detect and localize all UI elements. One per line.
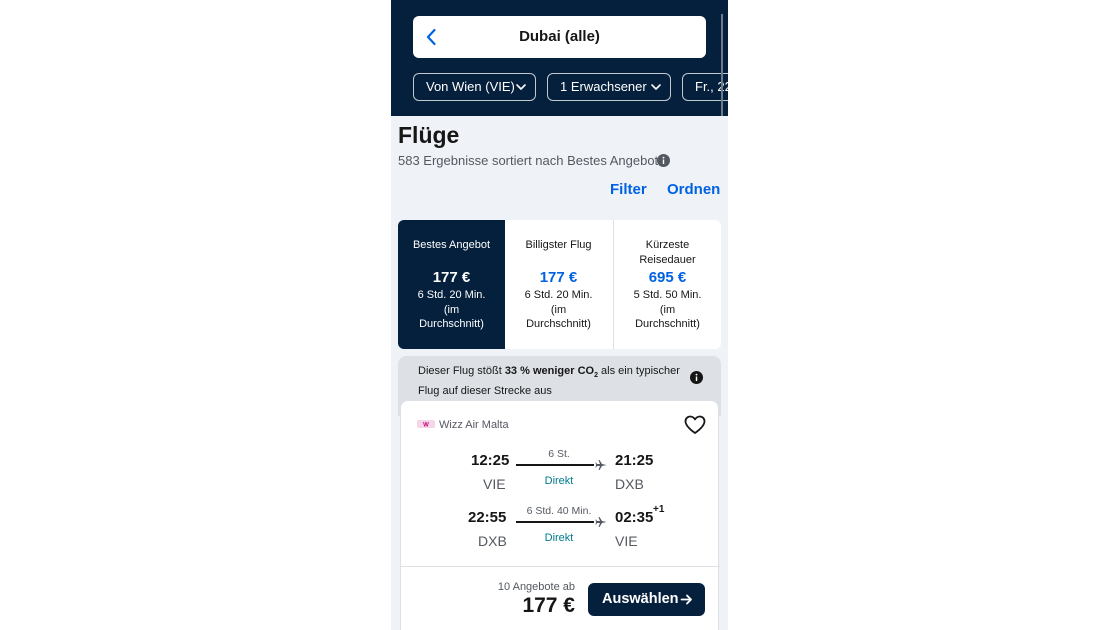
- select-button-label: Auswählen: [602, 591, 679, 607]
- outbound-duration: 6 St.: [548, 448, 570, 460]
- return-departure-airport: DXB: [478, 533, 507, 549]
- flight-price: 177 €: [522, 594, 575, 617]
- offers-count: 10 Angebote ab: [497, 581, 575, 593]
- return-departure-time: 22:55: [468, 509, 507, 526]
- search-summary-bar[interactable]: Dubai (alle): [413, 16, 706, 58]
- outbound-arrival-time: 21:25: [615, 452, 654, 469]
- outbound-arrival-airport: DXB: [615, 476, 644, 492]
- heart-icon[interactable]: [684, 415, 706, 435]
- passengers-chip-label: 1 Erwachsener: [560, 79, 647, 94]
- return-duration: 6 Std. 40 Min.: [526, 505, 592, 517]
- svg-text:W: W: [423, 423, 429, 429]
- plane-icon: [595, 460, 607, 470]
- flight-card[interactable]: W Wizz Air Malta 12:25 VIE 6 St. Direkt …: [400, 400, 720, 630]
- tab-cheapest[interactable]: Billigster Flug 177 € 6 Std. 20 Min. (im…: [505, 220, 612, 349]
- date-chip-label: Fr., 22: [695, 79, 728, 94]
- origin-chip-label: Von Wien (VIE): [426, 79, 515, 94]
- day-offset-badge: +1: [653, 504, 665, 515]
- info-icon[interactable]: [657, 154, 670, 167]
- eco-highlight: 33 % weniger CO: [504, 365, 595, 377]
- outbound-departure-time: 12:25: [471, 452, 510, 469]
- tab-best[interactable]: Bestes Angebot 177 € 6 Std. 20 Min. (im …: [398, 220, 505, 349]
- tab-duration: 6 Std. 20 Min. (im Durchschnitt): [417, 289, 486, 330]
- results-count: 583 Ergebnisse sortiert nach Bestes Ange…: [398, 153, 659, 168]
- plane-icon: [595, 517, 607, 527]
- header: Dubai (alle) Von Wien (VIE) 1 Erwachsene…: [391, 0, 728, 116]
- chevron-down-icon: [651, 84, 661, 90]
- eco-text: Dieser Flug stößt 33 % weniger CO2 als e…: [418, 364, 683, 398]
- airline-name: Wizz Air Malta: [439, 419, 509, 431]
- return-stops: Direkt: [544, 532, 574, 544]
- tab-label: Bestes Angebot: [412, 239, 491, 251]
- tab-duration: 6 Std. 20 Min. (im Durchschnitt): [524, 289, 593, 330]
- sort-button[interactable]: Ordnen: [667, 181, 720, 198]
- return-arrival-time: 02:35: [615, 509, 654, 526]
- page-title: Flüge: [398, 122, 460, 148]
- outbound-departure-airport: VIE: [483, 476, 506, 492]
- sort-tabs: Bestes Angebot 177 € 6 Std. 20 Min. (im …: [398, 220, 721, 349]
- card-divider: [401, 566, 720, 567]
- tab-price: 177 €: [539, 269, 578, 286]
- return-arrival-airport: VIE: [615, 533, 638, 549]
- chevron-down-icon: [516, 84, 526, 90]
- phone-screen: Dubai (alle) Von Wien (VIE) 1 Erwachsene…: [391, 0, 728, 630]
- return-route-line: [516, 521, 594, 523]
- passengers-chip[interactable]: 1 Erwachsener: [547, 73, 671, 101]
- outbound-stops: Direkt: [544, 475, 574, 487]
- arrow-right-icon: [680, 594, 692, 605]
- origin-chip[interactable]: Von Wien (VIE): [413, 73, 536, 101]
- outbound-route-line: [516, 464, 594, 466]
- tab-fastest[interactable]: Kürzeste Reisedauer 695 € 5 Std. 50 Min.…: [614, 220, 721, 349]
- select-button[interactable]: Auswählen: [588, 583, 705, 616]
- search-chips: Von Wien (VIE) 1 Erwachsener Fr., 22: [413, 73, 728, 101]
- destination-title: Dubai (alle): [519, 28, 600, 45]
- tab-price: 177 €: [432, 269, 471, 286]
- tab-duration: 5 Std. 50 Min. (im Durchschnitt): [633, 289, 702, 330]
- tab-label: Billigster Flug: [525, 239, 592, 251]
- info-icon[interactable]: [690, 371, 703, 384]
- eco-text-before: Dieser Flug stößt: [418, 365, 505, 377]
- tab-price: 695 €: [648, 269, 687, 286]
- filter-button[interactable]: Filter: [610, 181, 647, 198]
- wizz-air-logo-icon: W: [417, 420, 435, 429]
- tab-label: Kürzeste Reisedauer: [639, 239, 696, 266]
- scroll-indicator: [721, 14, 723, 116]
